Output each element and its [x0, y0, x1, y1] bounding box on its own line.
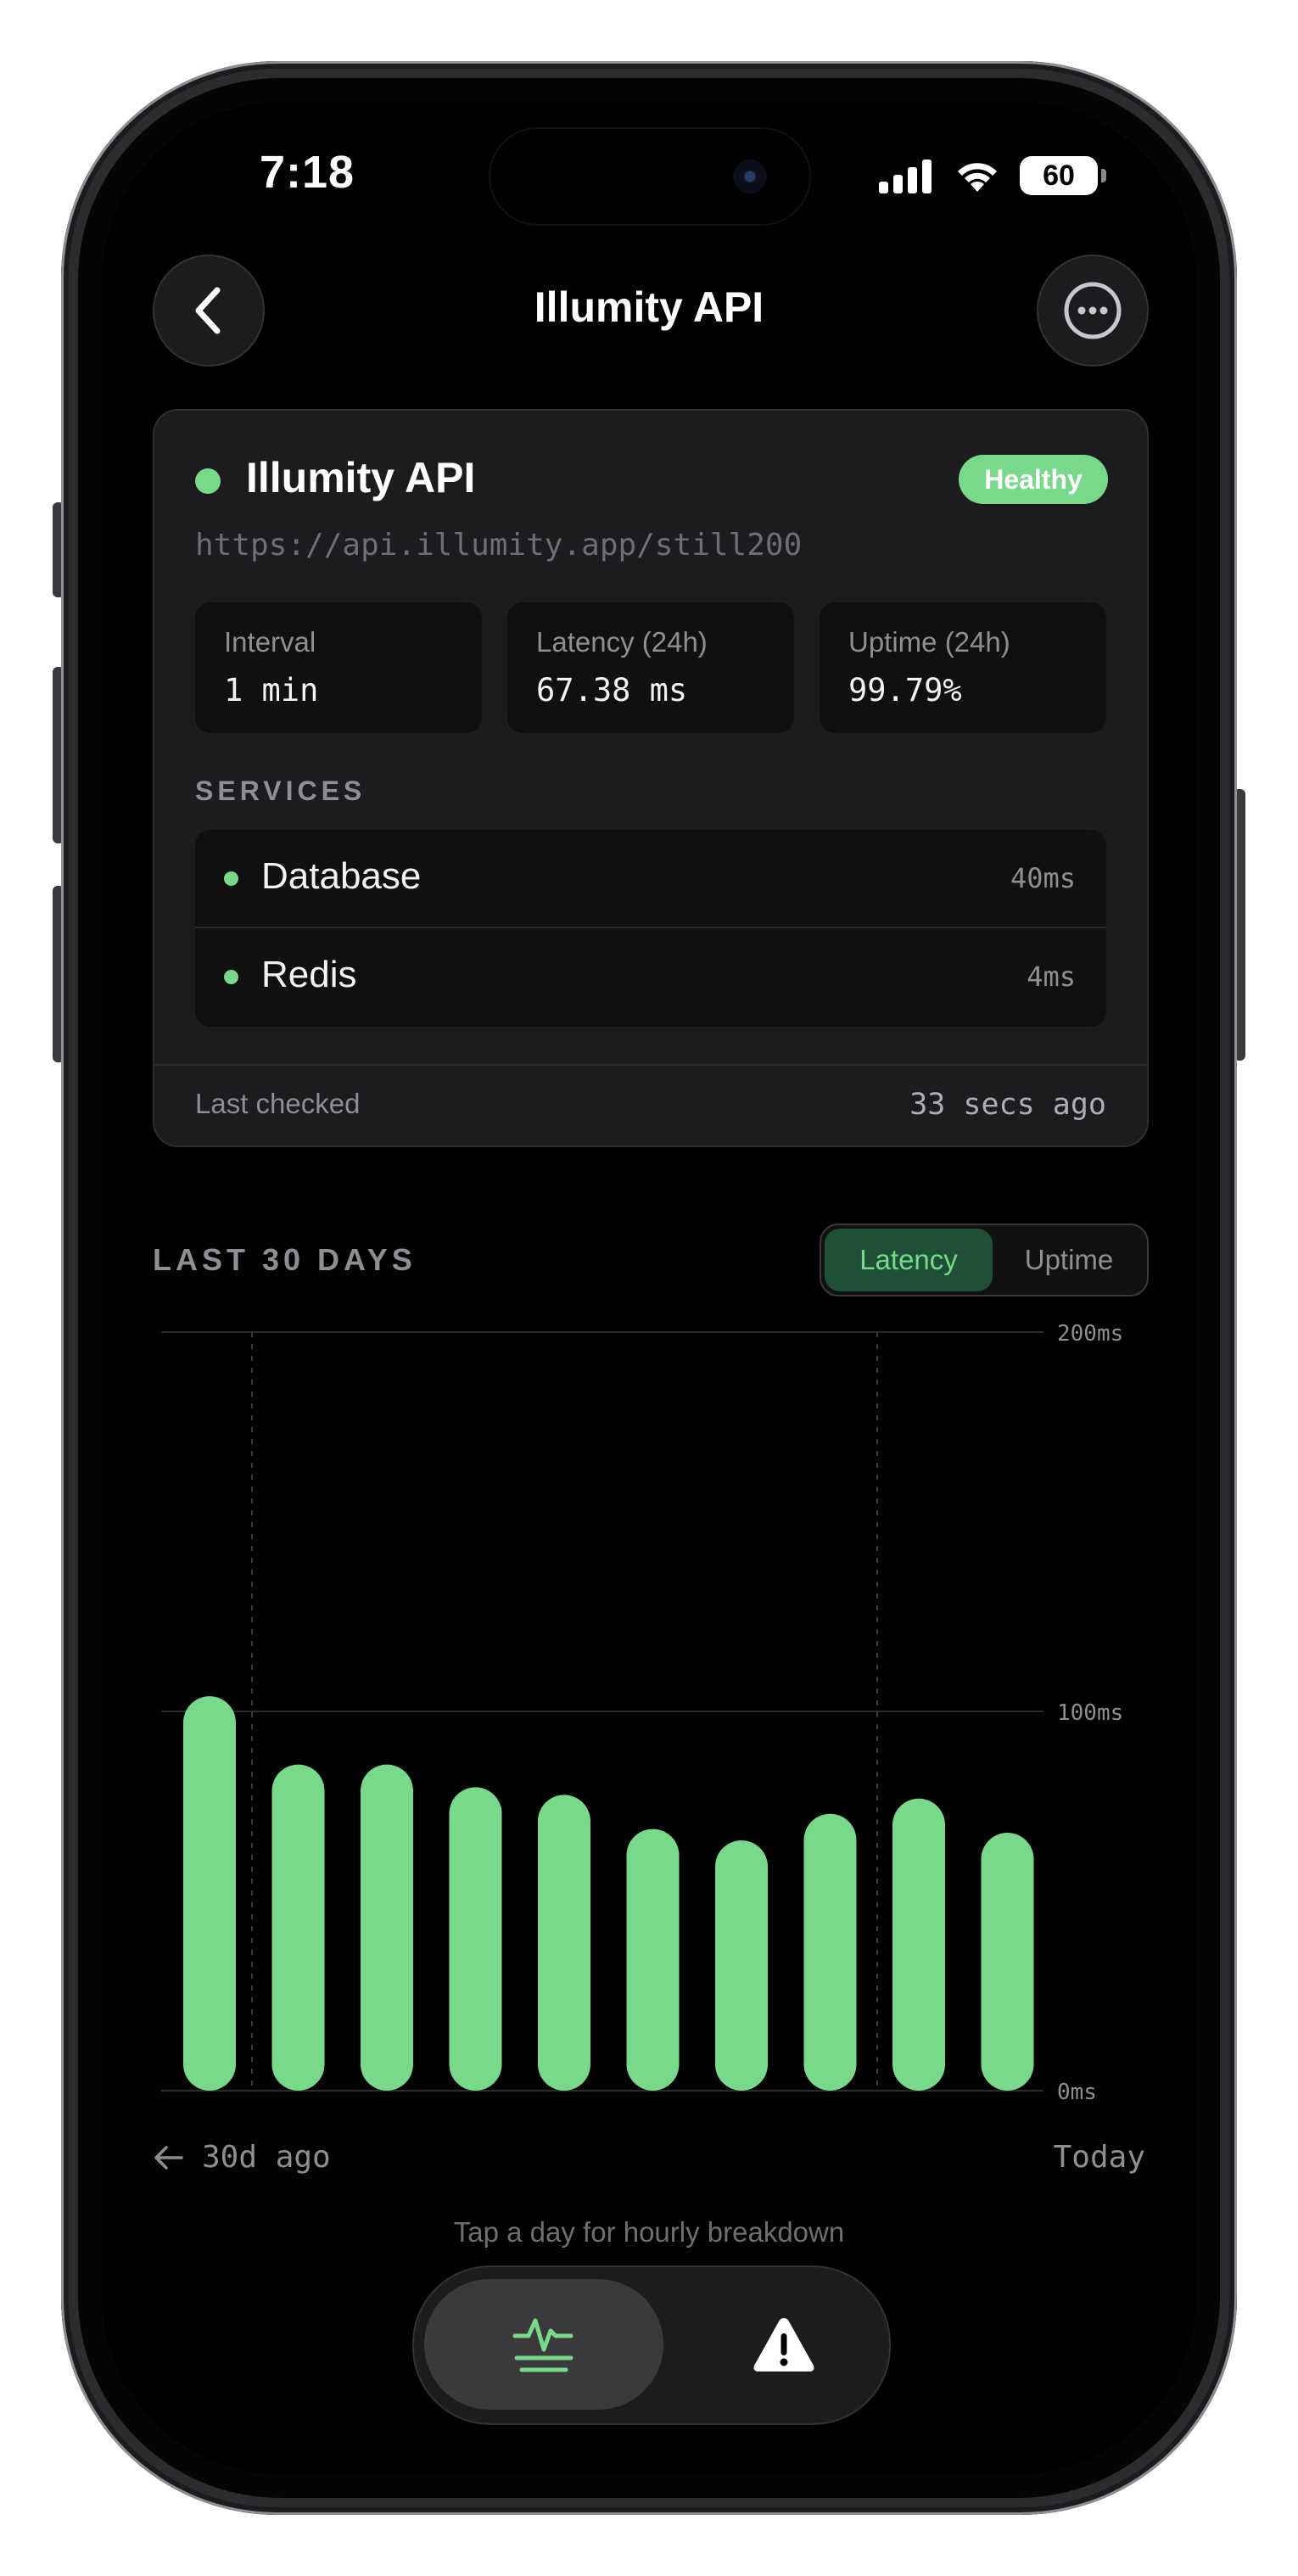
battery-icon: 60: [1020, 156, 1106, 195]
y-tick-label: 100ms: [1057, 1700, 1123, 1726]
service-latency: 40ms: [1010, 862, 1076, 894]
axis-start-label: 30d ago: [202, 2140, 331, 2175]
service-name: Redis: [261, 954, 357, 995]
chart-bar: [981, 1833, 1034, 2091]
monitor-name: Illumity API: [246, 454, 476, 501]
stat-label: Interval: [224, 626, 316, 658]
latency-chart: 200ms 100ms 0ms: [161, 1324, 1123, 2105]
axis-start: 30d ago: [153, 2140, 331, 2175]
stat-value: 67.38 ms: [536, 672, 688, 708]
last-checked-value: 33 secs ago: [909, 1088, 1106, 1122]
y-tick-label: 200ms: [1057, 1324, 1123, 1347]
chart-bar: [626, 1828, 680, 2091]
chart-hint: Tap a day for hourly breakdown: [453, 2216, 845, 2248]
service-status-dot: [224, 970, 238, 984]
divider: [154, 1064, 1147, 1066]
stat-value: 99.79%: [848, 672, 962, 708]
camera-icon: [733, 160, 767, 193]
metric-toggle: Latency Uptime: [820, 1224, 1149, 1296]
chart-bar: [449, 1787, 502, 2091]
stat-label: Uptime (24h): [848, 626, 1010, 658]
stat-uptime: Uptime (24h) 99.79%: [820, 602, 1106, 733]
arrow-left-icon: [154, 2145, 183, 2170]
warning-icon: [753, 2318, 814, 2372]
status-dot: [195, 468, 221, 494]
chart-bar: [715, 1840, 768, 2091]
tab-monitor[interactable]: [424, 2279, 663, 2410]
chart-bar: [183, 1696, 236, 2091]
tab-incidents[interactable]: [694, 2279, 874, 2410]
service-status-dot: [224, 871, 238, 886]
services-header: SERVICES: [195, 776, 366, 806]
y-tick-label: 0ms: [1057, 2080, 1097, 2105]
battery-level: 60: [1043, 159, 1075, 192]
dynamic-island: [490, 129, 809, 224]
stat-value: 1 min: [224, 672, 319, 708]
wifi-icon: [958, 163, 997, 192]
chart-bar: [361, 1764, 413, 2091]
status-icons: 60: [879, 154, 1106, 197]
monitor-url: https://api.illumity.app/still200: [195, 528, 803, 563]
last-checked-label: Last checked: [195, 1088, 361, 1119]
services-list: Database 40ms Redis 4ms: [195, 830, 1106, 1027]
stat-interval: Interval 1 min: [195, 602, 482, 733]
pulse-icon: [512, 2318, 573, 2372]
service-latency: 4ms: [1027, 960, 1076, 993]
chart-bar: [803, 1813, 857, 2091]
monitor-card: Illumity API Healthy https://api.illumit…: [153, 409, 1149, 1147]
history-title: LAST 30 DAYS: [153, 1242, 417, 1277]
toggle-latency[interactable]: Latency: [825, 1229, 993, 1291]
service-row-redis[interactable]: Redis 4ms: [195, 928, 1106, 1025]
signal-icon: [879, 160, 932, 193]
more-icon: [1064, 282, 1122, 339]
stat-latency: Latency (24h) 67.38 ms: [507, 602, 794, 733]
service-name: Database: [261, 855, 422, 897]
stat-label: Latency (24h): [536, 626, 708, 658]
axis-end-label: Today: [1053, 2140, 1145, 2175]
status-badge: Healthy: [959, 455, 1108, 504]
chart-bar: [538, 1795, 590, 2091]
chart-bar: [892, 1798, 945, 2091]
chart-bar: [271, 1764, 325, 2091]
status-time: 7:18: [260, 147, 355, 198]
tab-bar: [412, 2265, 891, 2425]
toggle-uptime[interactable]: Uptime: [994, 1229, 1144, 1291]
service-row-database[interactable]: Database 40ms: [195, 830, 1106, 927]
more-button[interactable]: [1037, 255, 1149, 367]
